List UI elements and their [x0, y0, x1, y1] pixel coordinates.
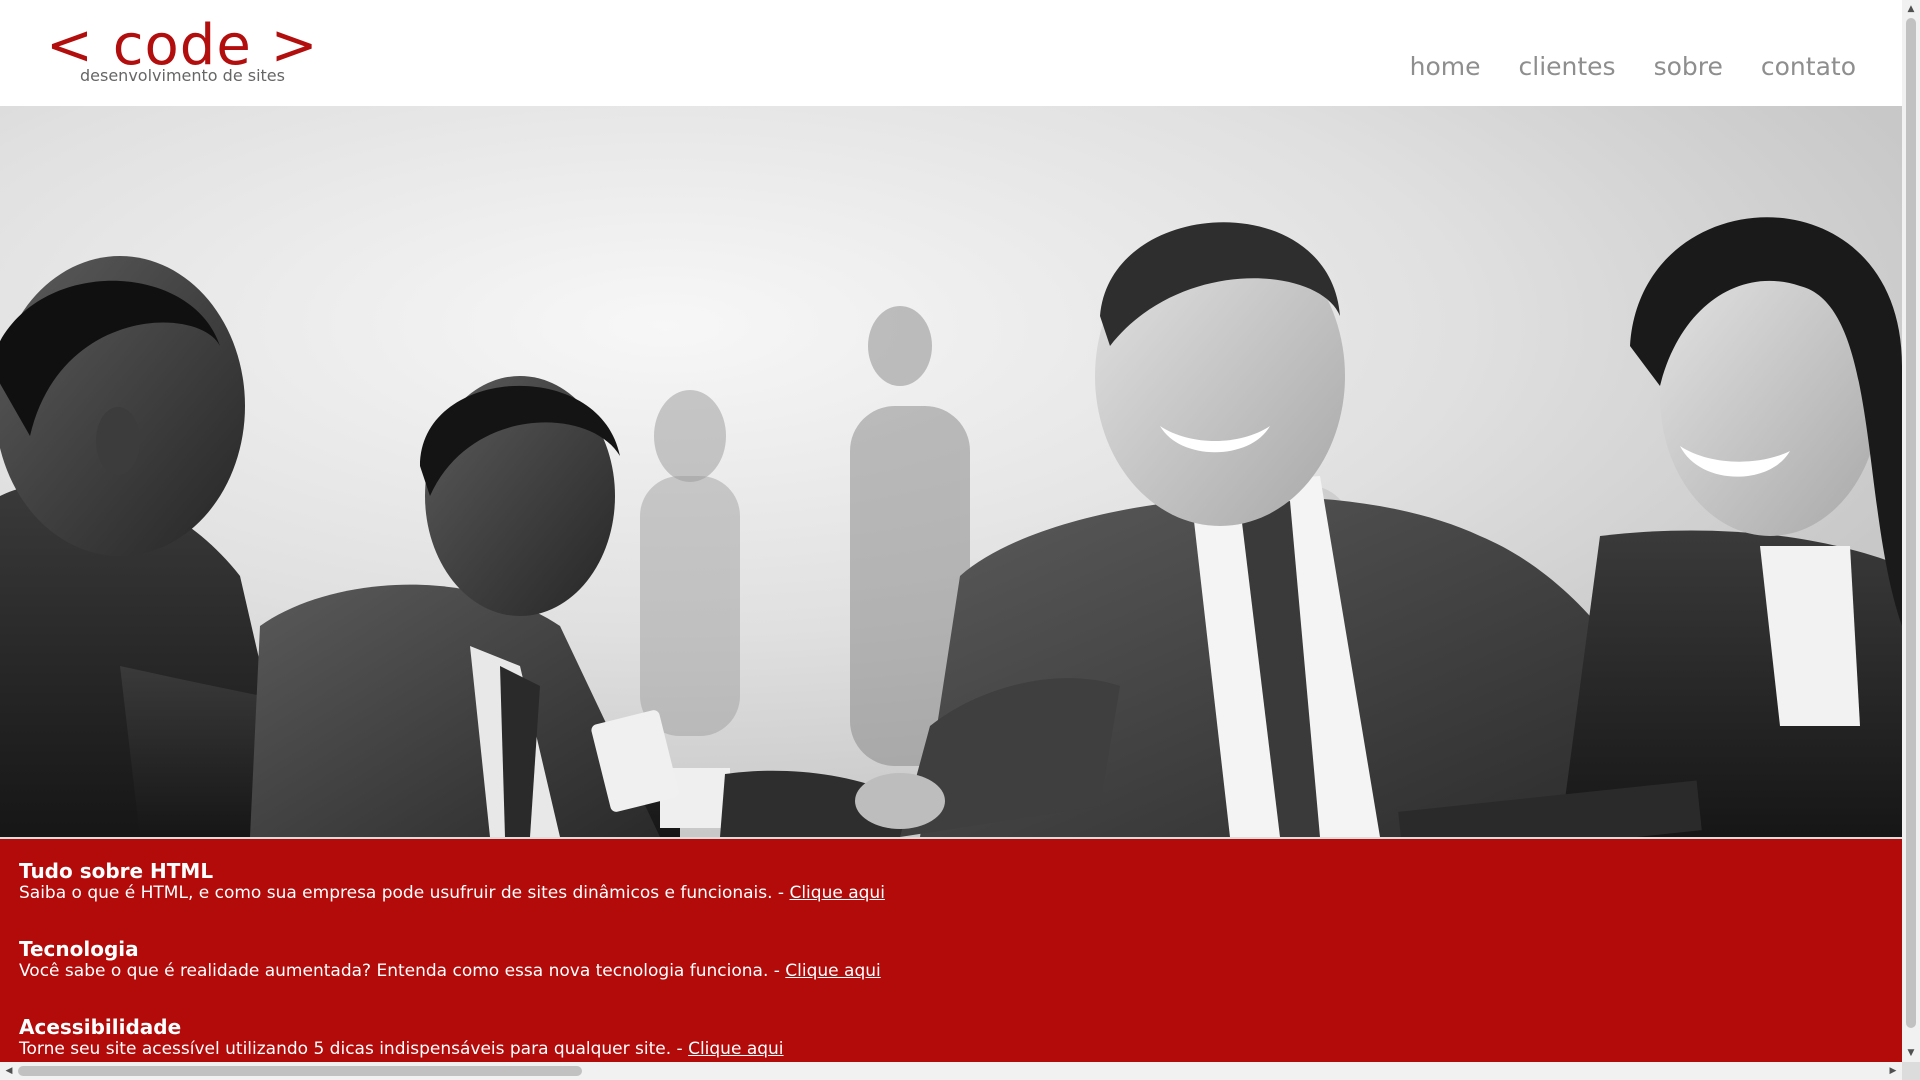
article-item: Tudo sobre HTML Saiba o que é HTML, e co… [19, 859, 1883, 903]
article-description: Torne seu site acessível utilizando 5 di… [19, 1039, 689, 1059]
article-text: Torne seu site acessível utilizando 5 di… [19, 1039, 1883, 1059]
article-link[interactable]: Clique aqui [785, 961, 880, 981]
nav-contato[interactable]: contato [1761, 50, 1856, 84]
article-text: Saiba o que é HTML, e como sua empresa p… [19, 883, 1883, 903]
arrow-up-icon[interactable]: ▲ [1902, 0, 1920, 18]
vertical-scrollbar[interactable]: ▲ ▼ [1902, 0, 1920, 1062]
hero-photo [0, 106, 1902, 837]
nav-home[interactable]: home [1410, 50, 1481, 84]
arrow-right-icon[interactable]: ▶ [1884, 1062, 1902, 1080]
horizontal-scroll-thumb[interactable] [18, 1066, 582, 1076]
article-link[interactable]: Clique aqui [688, 1039, 783, 1059]
article-title: Tudo sobre HTML [19, 859, 214, 883]
article-title: Tecnologia [19, 937, 139, 961]
horizontal-scrollbar[interactable]: ◀ ▶ [0, 1062, 1902, 1080]
hero-banner [0, 106, 1902, 837]
article-text: Você sabe o que é realidade aumentada? E… [19, 961, 1883, 981]
main-nav: home clientes sobre contato [1410, 50, 1856, 84]
logo-tagline: desenvolvimento de sites [80, 66, 285, 85]
article-title: Acessibilidade [19, 1015, 182, 1039]
article-description: Saiba o que é HTML, e como sua empresa p… [19, 883, 790, 903]
article-item: Tecnologia Você sabe o que é realidade a… [19, 937, 1883, 981]
site-header: < code > desenvolvimento de sites home c… [0, 0, 1902, 106]
vertical-scroll-thumb[interactable] [1906, 18, 1916, 1028]
nav-sobre[interactable]: sobre [1654, 50, 1723, 84]
page-viewport: < code > desenvolvimento de sites home c… [0, 0, 1902, 1062]
nav-clientes[interactable]: clientes [1519, 50, 1616, 84]
article-link[interactable]: Clique aqui [789, 883, 884, 903]
article-description: Você sabe o que é realidade aumentada? E… [19, 961, 786, 981]
articles-section: Tudo sobre HTML Saiba o que é HTML, e co… [0, 837, 1902, 1062]
article-item: Acessibilidade Torne seu site acessível … [19, 1015, 1883, 1059]
arrow-down-icon[interactable]: ▼ [1902, 1044, 1920, 1062]
scrollbar-corner [1902, 1062, 1920, 1080]
arrow-left-icon[interactable]: ◀ [0, 1062, 18, 1080]
logo[interactable]: < code > desenvolvimento de sites [46, 14, 318, 90]
